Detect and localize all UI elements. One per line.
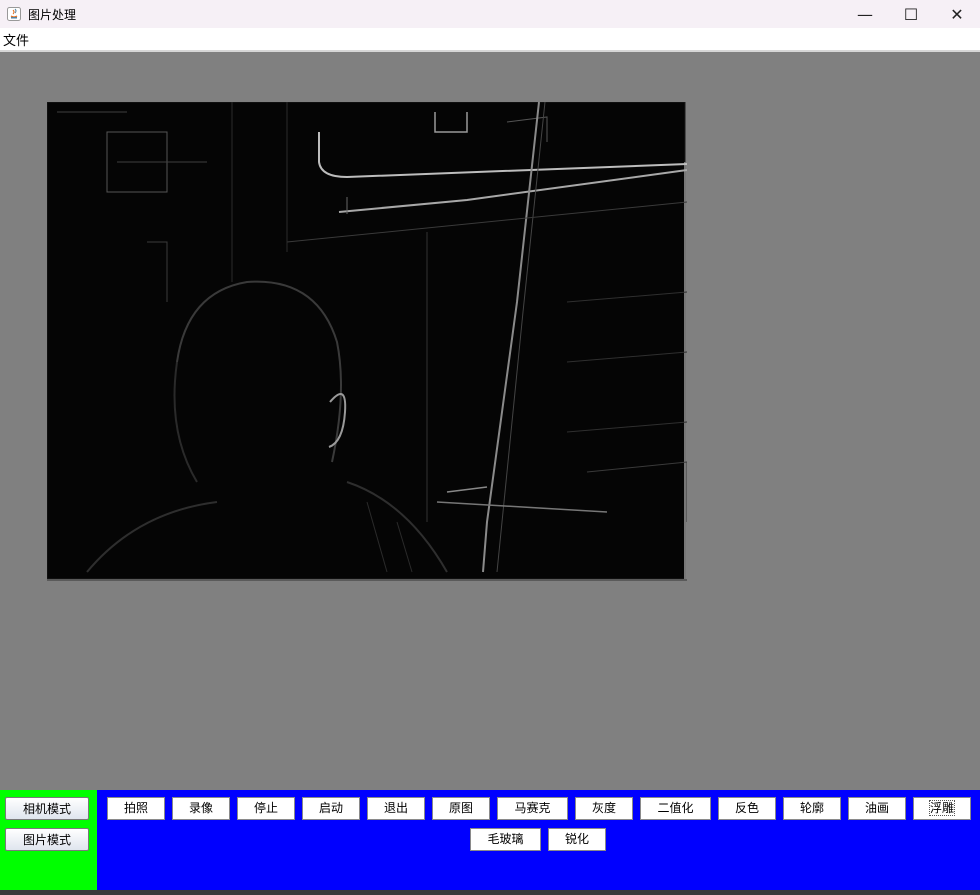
emboss-preview-image: [47, 102, 687, 581]
contour-button[interactable]: 轮廓: [783, 797, 841, 820]
minimize-icon[interactable]: —: [842, 0, 888, 28]
sharpen-button[interactable]: 锐化: [548, 828, 606, 851]
emboss-button[interactable]: 浮雕: [913, 797, 971, 820]
binarize-button[interactable]: 二值化: [640, 797, 711, 820]
capture-button[interactable]: 拍照: [107, 797, 165, 820]
mode-panel: 相机模式 图片模式: [0, 790, 97, 890]
menu-bar: 文件: [0, 28, 980, 52]
processed-image-view: [47, 102, 687, 581]
close-icon[interactable]: ✕: [934, 0, 980, 28]
window-bottom-border: [0, 890, 980, 895]
title-bar: 图片处理 — ☐ ✕: [0, 0, 980, 28]
window-title: 图片处理: [28, 7, 77, 22]
record-button[interactable]: 录像: [172, 797, 230, 820]
toolbar-panel: 拍照 录像 停止 启动 退出 原图 马赛克 灰度 二值化 反色 轮廓 油画 浮雕…: [97, 790, 980, 890]
emboss-button-label: 浮雕: [928, 800, 956, 816]
start-button[interactable]: 启动: [302, 797, 360, 820]
oil-painting-button[interactable]: 油画: [848, 797, 906, 820]
stop-button[interactable]: 停止: [237, 797, 295, 820]
frosted-glass-button[interactable]: 毛玻璃: [470, 828, 541, 851]
mosaic-button[interactable]: 马赛克: [497, 797, 568, 820]
maximize-icon[interactable]: ☐: [888, 0, 934, 28]
original-button[interactable]: 原图: [432, 797, 490, 820]
java-app-icon: [6, 6, 22, 22]
grayscale-button[interactable]: 灰度: [575, 797, 633, 820]
exit-button[interactable]: 退出: [367, 797, 425, 820]
invert-button[interactable]: 反色: [718, 797, 776, 820]
camera-mode-button[interactable]: 相机模式: [5, 797, 89, 820]
image-mode-button[interactable]: 图片模式: [5, 828, 89, 851]
menu-file[interactable]: 文件: [0, 30, 32, 49]
